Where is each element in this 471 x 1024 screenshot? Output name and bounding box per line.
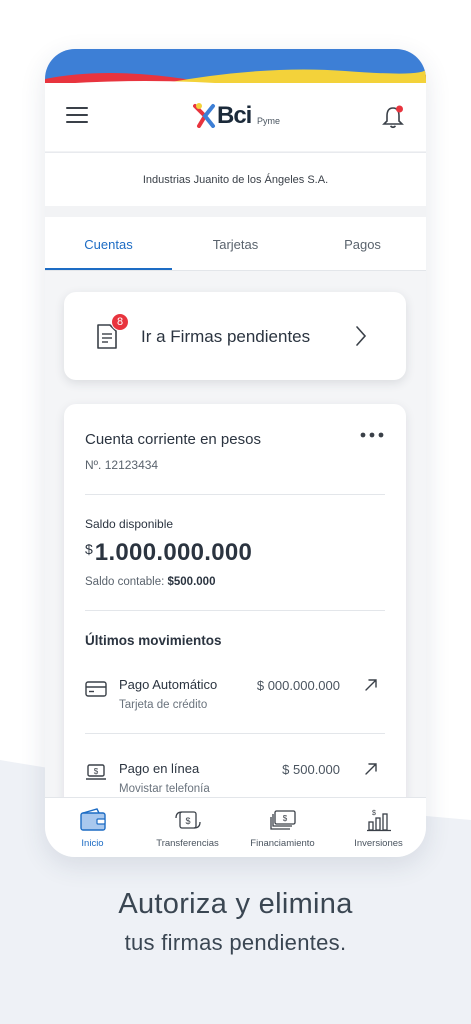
tab-bar: Cuentas Tarjetas Pagos [45, 217, 426, 271]
svg-text:$: $ [185, 816, 190, 826]
tab-cuentas[interactable]: Cuentas [45, 217, 172, 271]
nav-financiamiento[interactable]: $ Financiamiento [235, 798, 330, 857]
hamburger-menu-icon[interactable] [66, 107, 88, 125]
nav-label: Financiamiento [250, 838, 315, 849]
tab-tarjetas[interactable]: Tarjetas [172, 217, 299, 271]
currency-symbol: $ [85, 541, 93, 557]
growth-bars-icon: $ [366, 810, 391, 832]
divider [85, 733, 385, 734]
movement-name: Pago en línea [119, 761, 200, 776]
account-title: Cuenta corriente en pesos [85, 431, 261, 448]
transfer-icon: $ [174, 811, 201, 829]
divider [85, 610, 385, 611]
movements-title: Últimos movimientos [85, 633, 222, 648]
saldo-disponible-value: $1.000.000.000 [85, 539, 252, 567]
movement-row[interactable]: Pago Automático Tarjeta de crédito $ 000… [64, 672, 406, 728]
main-content: Cuentas Tarjetas Pagos 8 Ir a Firmas pen… [45, 217, 426, 824]
nav-inversiones[interactable]: $ Inversiones [331, 798, 426, 857]
notification-bell-icon[interactable] [382, 105, 404, 129]
arrow-up-right-icon [365, 679, 377, 691]
saldo-contable-value: $500.000 [167, 576, 216, 588]
bottom-navigation: Inicio $ Transferencias $ Financiamiento [45, 797, 426, 857]
svg-text:$: $ [372, 810, 376, 817]
nav-label: Inversiones [354, 838, 403, 849]
account-card: Cuenta corriente en pesos Nº. 12123434 S… [64, 404, 406, 824]
account-number: Nº. 12123434 [85, 458, 159, 472]
firmas-label: Ir a Firmas pendientes [141, 327, 311, 346]
cash-stack-icon: $ [269, 810, 296, 830]
credit-card-icon [85, 681, 107, 697]
svg-text:$: $ [282, 814, 287, 823]
saldo-disponible-label: Saldo disponible [85, 517, 174, 531]
promo-subline: tus firmas pendientes. [124, 930, 347, 955]
logo-text: Bci [217, 102, 252, 129]
company-name: Industrias Juanito de los Ángeles S.A. [45, 152, 426, 206]
nav-transferencias[interactable]: $ Transferencias [140, 798, 235, 857]
bci-logo-mark-icon [193, 103, 215, 128]
wallet-icon [79, 808, 106, 831]
movement-amount: $ 500.000 [282, 762, 340, 777]
nav-inicio[interactable]: Inicio [45, 798, 140, 857]
promo-headline: Autoriza y elimina [118, 888, 353, 920]
nav-label: Transferencias [156, 838, 219, 849]
arrow-up-right-icon [365, 763, 377, 775]
saldo-contable: Saldo contable: $500.000 [85, 576, 215, 588]
firmas-pendientes-button[interactable]: 8 Ir a Firmas pendientes [64, 292, 406, 380]
nav-label: Inicio [81, 838, 104, 849]
divider [85, 494, 385, 495]
movement-name: Pago Automático [119, 677, 218, 692]
saldo-contable-label: Saldo contable: [85, 576, 165, 588]
active-tab-indicator [45, 268, 172, 270]
phone-frame: Bci Pyme Industrias Juanito de los Ángel… [45, 49, 426, 857]
logo-subtitle: Pyme [257, 116, 281, 126]
movement-subtitle: Tarjeta de crédito [119, 699, 208, 711]
app-header: Bci Pyme [45, 83, 426, 151]
laptop-payment-icon: $ [86, 764, 106, 780]
movement-subtitle: Movistar telefonía [119, 783, 210, 795]
bci-logo: Bci Pyme [193, 102, 283, 132]
chevron-right-icon [356, 326, 367, 346]
svg-text:$: $ [94, 767, 99, 776]
saldo-amount: 1.000.000.000 [94, 539, 253, 566]
more-options-icon[interactable] [360, 432, 384, 438]
pending-count-badge: 8 [111, 313, 129, 331]
tab-pagos[interactable]: Pagos [299, 217, 426, 271]
movement-amount: $ 000.000.000 [256, 678, 340, 693]
